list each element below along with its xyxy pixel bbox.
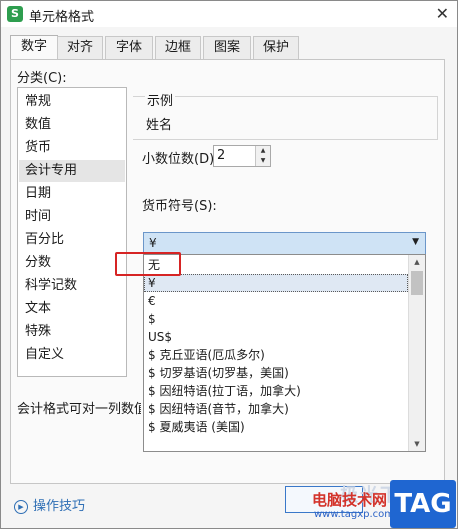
currency-option-euro[interactable]: € — [144, 292, 408, 310]
currency-dropdown-list[interactable]: 无 ¥ € $ US$ $ 克丘亚语(厄瓜多尔) $ 切罗基语(切罗基，美国) … — [143, 254, 426, 452]
category-item-fraction[interactable]: 分数 — [19, 252, 125, 274]
currency-symbol-label: 货币符号(S): — [142, 199, 217, 214]
watermark-tag-logo: TAG — [390, 480, 456, 528]
sample-group-box — [133, 96, 438, 140]
currency-option-inuktitut-latin[interactable]: $ 因纽特语(拉丁语，加拿大) — [144, 382, 408, 400]
currency-option-cherokee[interactable]: $ 切罗基语(切罗基，美国) — [144, 364, 408, 382]
decimal-places-stepper[interactable]: 2 ▲ ▼ — [213, 145, 271, 167]
wps-app-icon: S — [7, 6, 23, 22]
currency-option-dollar[interactable]: $ — [144, 310, 408, 328]
currency-option-yen[interactable]: ¥ — [144, 274, 408, 292]
category-label: 分类(C): — [17, 71, 67, 86]
tab-protection[interactable]: 保护 — [253, 36, 299, 59]
currency-selected-value: ¥ — [149, 236, 157, 250]
category-item-custom[interactable]: 自定义 — [19, 344, 125, 366]
stepper-buttons: ▲ ▼ — [255, 146, 270, 166]
tab-pattern[interactable]: 图案 — [203, 36, 251, 59]
sample-value: 姓名 — [146, 118, 173, 133]
category-item-currency[interactable]: 货币 — [19, 137, 125, 159]
category-item-text[interactable]: 文本 — [19, 298, 125, 320]
tips-link[interactable]: ▶ 操作技巧 — [14, 495, 85, 514]
currency-option-usd[interactable]: US$ — [144, 328, 408, 346]
currency-symbol-select[interactable]: ¥ ▼ — [143, 232, 426, 256]
dialog-title: 单元格格式 — [29, 10, 95, 25]
spin-down-icon[interactable]: ▼ — [256, 156, 270, 166]
decimal-places-value[interactable]: 2 — [217, 148, 225, 163]
tab-border[interactable]: 边框 — [155, 36, 201, 59]
currency-option-inuktitut-syllabics[interactable]: $ 因纽特语(音节，加拿大) — [144, 400, 408, 418]
category-item-date[interactable]: 日期 — [19, 183, 125, 205]
category-item-percentage[interactable]: 百分比 — [19, 229, 125, 251]
currency-option-none[interactable]: 无 — [144, 256, 408, 274]
title-bar: S 单元格格式 ✕ — [1, 1, 457, 27]
decimal-places-label: 小数位数(D): — [142, 152, 219, 167]
watermark-url: www.tagxp.com — [314, 509, 394, 520]
category-item-scientific[interactable]: 科学记数 — [19, 275, 125, 297]
category-item-number[interactable]: 数值 — [19, 114, 125, 136]
play-circle-icon: ▶ — [14, 499, 28, 514]
tab-number[interactable]: 数字 — [10, 35, 58, 60]
category-item-time[interactable]: 时间 — [19, 206, 125, 228]
dropdown-scrollbar[interactable]: ▲ ▼ — [408, 255, 425, 451]
chevron-down-icon[interactable]: ▼ — [412, 237, 419, 247]
tab-font[interactable]: 字体 — [105, 36, 153, 59]
scroll-up-icon[interactable]: ▲ — [409, 255, 425, 269]
category-item-general[interactable]: 常规 — [19, 91, 125, 113]
scrollbar-thumb[interactable] — [411, 271, 423, 295]
annotation-highlight-box — [115, 252, 181, 276]
format-description: 会计格式可对一列数值进 — [17, 402, 141, 417]
category-item-special[interactable]: 特殊 — [19, 321, 125, 343]
watermark-main-text: 电脑技术网 — [312, 491, 388, 509]
currency-option-quechua[interactable]: $ 克丘亚语(厄瓜多尔) — [144, 346, 408, 364]
close-icon[interactable]: ✕ — [436, 4, 449, 23]
scroll-down-icon[interactable]: ▼ — [409, 437, 425, 451]
tips-label: 操作技巧 — [33, 499, 86, 514]
sample-legend: 示例 — [145, 90, 176, 109]
currency-option-hawaiian[interactable]: $ 夏威夷语 (美国) — [144, 418, 408, 436]
tab-alignment[interactable]: 对齐 — [57, 36, 103, 59]
category-list[interactable]: 常规 数值 货币 会计专用 日期 时间 百分比 分数 科学记数 文本 特殊 自定… — [17, 87, 127, 377]
category-item-accounting[interactable]: 会计专用 — [19, 160, 125, 182]
